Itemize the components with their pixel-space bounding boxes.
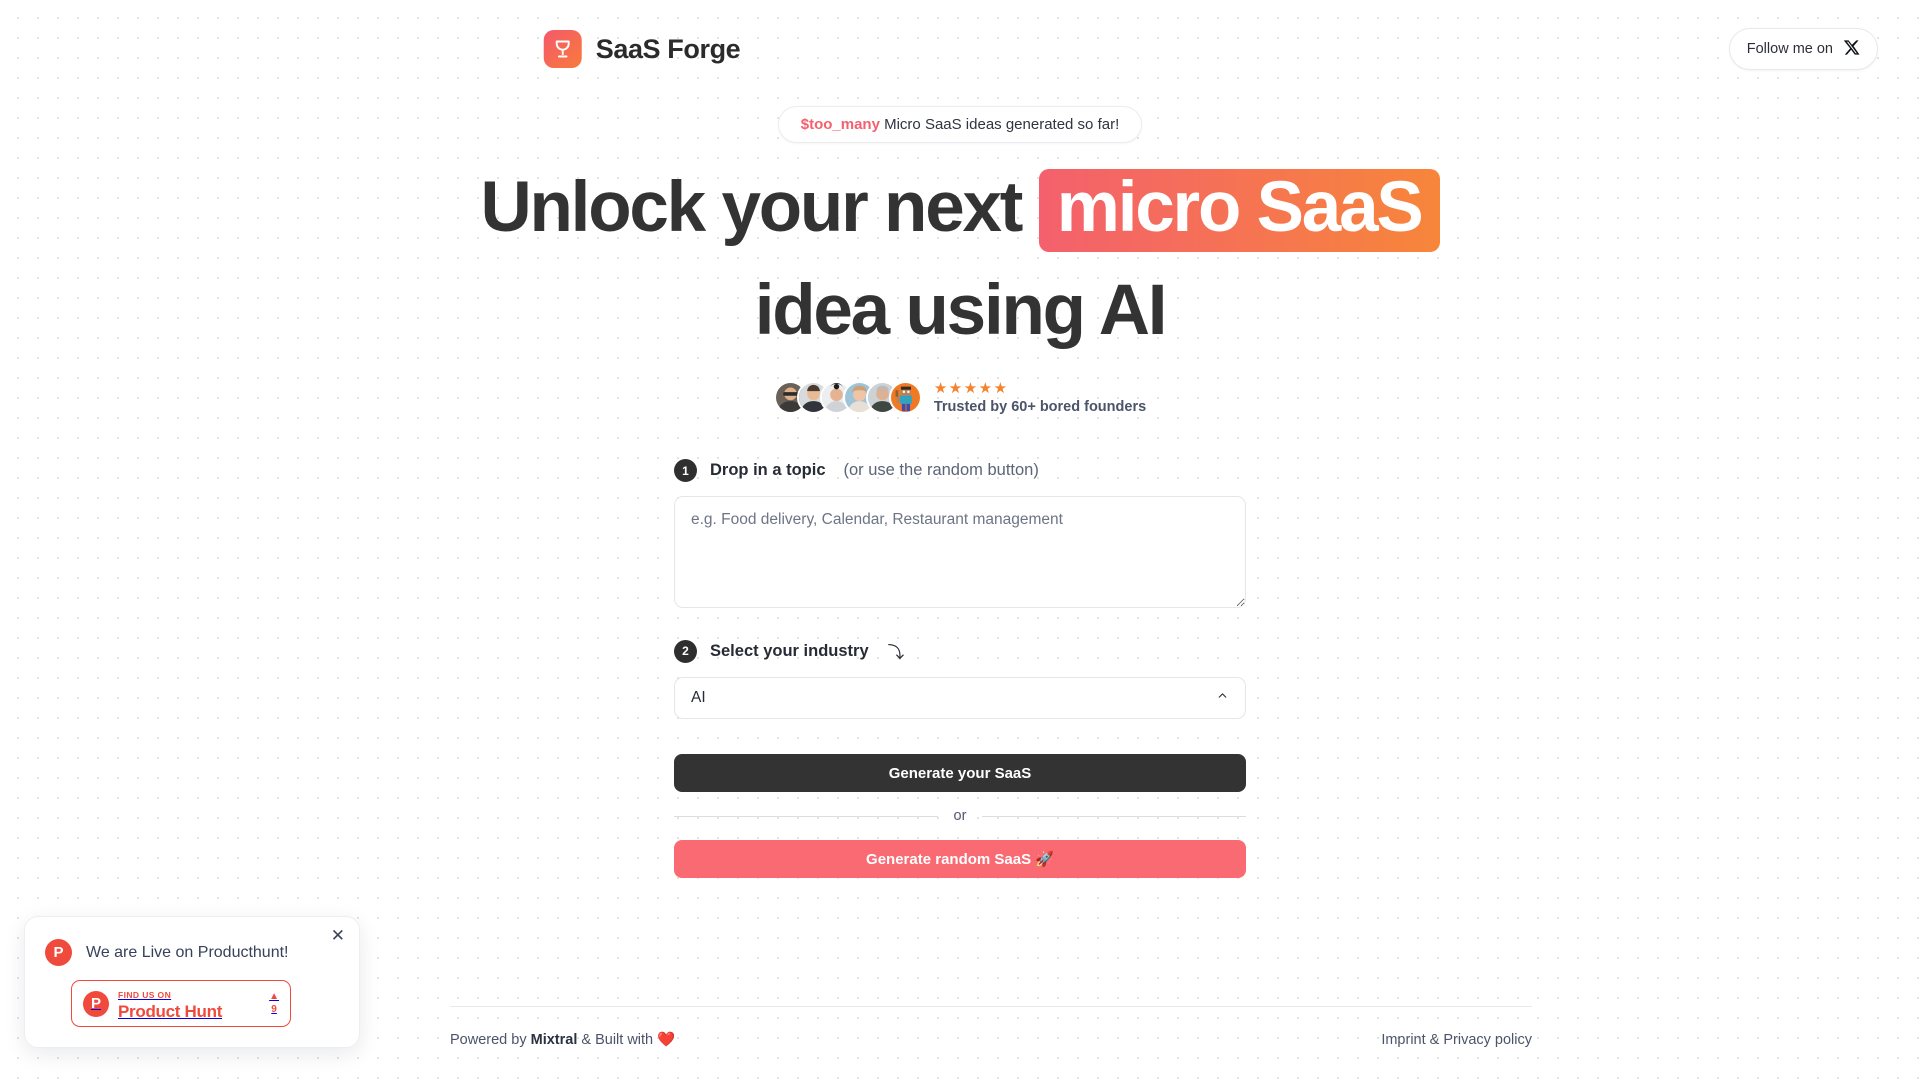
- upvote-count: 9: [271, 1004, 277, 1015]
- step-2-row: 2 Select your industry ⤵: [674, 639, 1246, 663]
- down-arrow-icon: ⤵: [887, 644, 905, 663]
- product-hunt-badge-button[interactable]: P FIND US ON Product Hunt ▲ 9: [71, 980, 291, 1027]
- product-hunt-votes: ▲ 9: [269, 992, 279, 1015]
- generate-random-saas-button[interactable]: Generate random SaaS 🚀: [674, 840, 1246, 879]
- powered-suffix: & Built with ❤️: [577, 1032, 676, 1048]
- site-header: SaaS Forge Follow me on: [0, 0, 1920, 98]
- proof-text: ★★★★★ Trusted by 60+ bored founders: [934, 380, 1146, 415]
- or-divider: or: [674, 808, 1246, 824]
- powered-by-text: Powered by Mixtral & Built with ❤️: [450, 1031, 675, 1048]
- anvil-forge-icon: [543, 30, 582, 68]
- generator-form: 1 Drop in a topic (or use the random but…: [674, 459, 1246, 879]
- powered-prefix: Powered by: [450, 1032, 531, 1048]
- avatar-group: [773, 381, 922, 415]
- upvote-caret-icon: ▲: [269, 991, 279, 1002]
- x-twitter-icon: [1843, 39, 1860, 60]
- social-proof: ★★★★★ Trusted by 60+ bored founders: [0, 380, 1920, 415]
- step-2-badge: 2: [674, 639, 697, 663]
- hero-section: $too_many Micro SaaS ideas generated so …: [0, 98, 1920, 879]
- product-hunt-kicker: FIND US ON: [118, 990, 172, 1001]
- trusted-by-label: Trusted by 60+ bored founders: [933, 398, 1147, 415]
- step-1-hint: (or use the random button): [843, 461, 1039, 480]
- headline-highlight: micro SaaS: [1038, 169, 1440, 253]
- ideas-counter-badge: $too_many Micro SaaS ideas generated so …: [777, 106, 1143, 143]
- follow-on-x-button[interactable]: Follow me on: [1728, 28, 1878, 70]
- powered-brand: Mixtral: [530, 1032, 578, 1048]
- generate-saas-button[interactable]: Generate your SaaS: [674, 754, 1246, 793]
- step-1-badge: 1: [674, 459, 697, 483]
- page-title: Unlock your next micro SaaS idea using A…: [0, 169, 1920, 346]
- site-footer: Powered by Mixtral & Built with ❤️ Impri…: [450, 1006, 1532, 1048]
- avatar-minecraft-steve: [888, 381, 922, 415]
- product-hunt-header: P We are Live on Producthunt!: [45, 939, 339, 966]
- headline-part-1: Unlock your next: [480, 168, 1023, 247]
- topic-input[interactable]: [674, 496, 1246, 609]
- brand-name: SaaS Forge: [595, 33, 741, 64]
- step-1-row: 1 Drop in a topic (or use the random but…: [674, 459, 1246, 483]
- product-hunt-name: Product Hunt: [118, 1001, 223, 1021]
- step-2-label: Select your industry: [710, 641, 869, 660]
- product-hunt-badge-text: FIND US ON Product Hunt: [118, 986, 260, 1021]
- star-rating: ★★★★★: [933, 380, 1009, 398]
- step-1-label: Drop in a topic: [710, 461, 826, 480]
- ideas-count-value: $too_many: [800, 116, 880, 133]
- industry-select[interactable]: AI: [674, 677, 1246, 720]
- follow-button-label: Follow me on: [1746, 41, 1833, 57]
- imprint-privacy-link[interactable]: Imprint & Privacy policy: [1381, 1032, 1532, 1048]
- close-icon[interactable]: ✕: [331, 927, 345, 944]
- brand-logo-link[interactable]: SaaS Forge: [543, 30, 741, 68]
- product-hunt-badge-logo-icon: P: [83, 990, 109, 1017]
- product-hunt-popup: ✕ P We are Live on Producthunt! P FIND U…: [24, 916, 360, 1048]
- chevron-up-icon: [1216, 689, 1229, 707]
- or-label: or: [953, 808, 967, 825]
- industry-selected-value: AI: [691, 689, 706, 707]
- product-hunt-logo-icon: P: [45, 939, 72, 966]
- headline-part-2: idea using AI: [754, 271, 1168, 351]
- product-hunt-title: We are Live on Producthunt!: [86, 943, 289, 961]
- ideas-count-label: Micro SaaS ideas generated so far!: [884, 116, 1120, 133]
